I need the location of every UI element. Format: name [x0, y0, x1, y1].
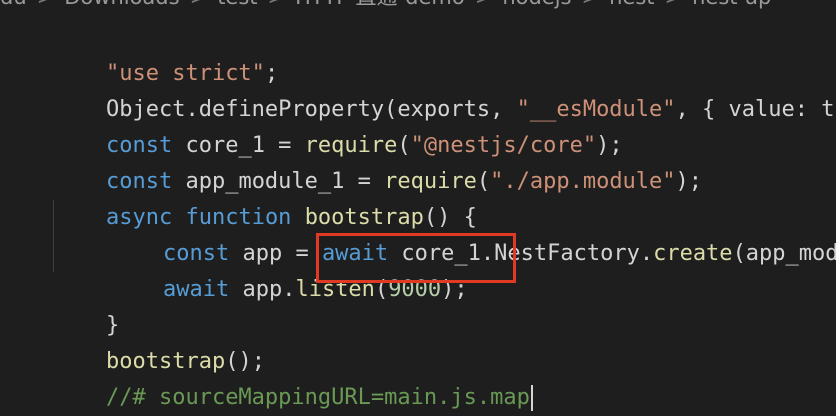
code-text: (app_mod — [732, 241, 836, 266]
breadcrumb-item[interactable]: nest — [609, 0, 654, 10]
breadcrumb-item[interactable]: Downloads — [64, 0, 179, 10]
code-line-1[interactable]: "use strict"; — [53, 20, 278, 86]
code-text: ); — [675, 169, 703, 194]
breadcrumb: du>Downloads>test>HTTP 直通-demo>nodejs>ne… — [0, 0, 771, 10]
code-line-5[interactable]: async function bootstrap() { — [53, 164, 477, 230]
code-line-10[interactable]: //# sourceMappingURL=main.js.map — [53, 344, 533, 411]
keyword-token: await — [162, 277, 230, 302]
code-line-8[interactable]: } — [53, 272, 119, 338]
code-line-9[interactable]: bootstrap(); — [53, 308, 265, 374]
breadcrumb-separator: > — [180, 0, 218, 10]
breadcrumb-separator: > — [655, 0, 693, 10]
code-text: ( — [476, 169, 491, 194]
breadcrumb-item[interactable]: nodejs — [502, 0, 571, 10]
breadcrumb-item[interactable]: test — [217, 0, 257, 10]
code-line-6[interactable]: const app = await core_1.NestFactory.cre… — [110, 200, 836, 266]
string-token: "./app.module" — [490, 169, 676, 194]
breadcrumb-separator: > — [258, 0, 296, 10]
code-line-2[interactable]: Object.defineProperty(exports, "__esModu… — [53, 56, 835, 122]
breadcrumb-item[interactable]: du — [0, 0, 27, 10]
comment-token: //# sourceMappingURL=main.js.map — [105, 385, 530, 410]
breadcrumb-separator: > — [465, 0, 503, 10]
breadcrumb-separator: > — [27, 0, 65, 10]
breadcrumb-item[interactable]: nest-ap — [692, 0, 771, 10]
code-editor[interactable]: du>Downloads>test>HTTP 直通-demo>nodejs>ne… — [0, 0, 836, 416]
port-highlight-box — [316, 233, 516, 283]
code-line-4[interactable]: const app_module_1 = require("./app.modu… — [53, 128, 702, 194]
function-token: create — [653, 241, 733, 266]
code-text: , { value: t — [675, 97, 835, 122]
breadcrumb-item[interactable]: HTTP 直通-demo — [295, 0, 465, 10]
code-text: app. — [229, 277, 296, 302]
breadcrumb-separator: > — [572, 0, 610, 10]
code-line-3[interactable]: const core_1 = require("@nestjs/core"); — [53, 92, 623, 158]
text-cursor — [530, 385, 533, 411]
